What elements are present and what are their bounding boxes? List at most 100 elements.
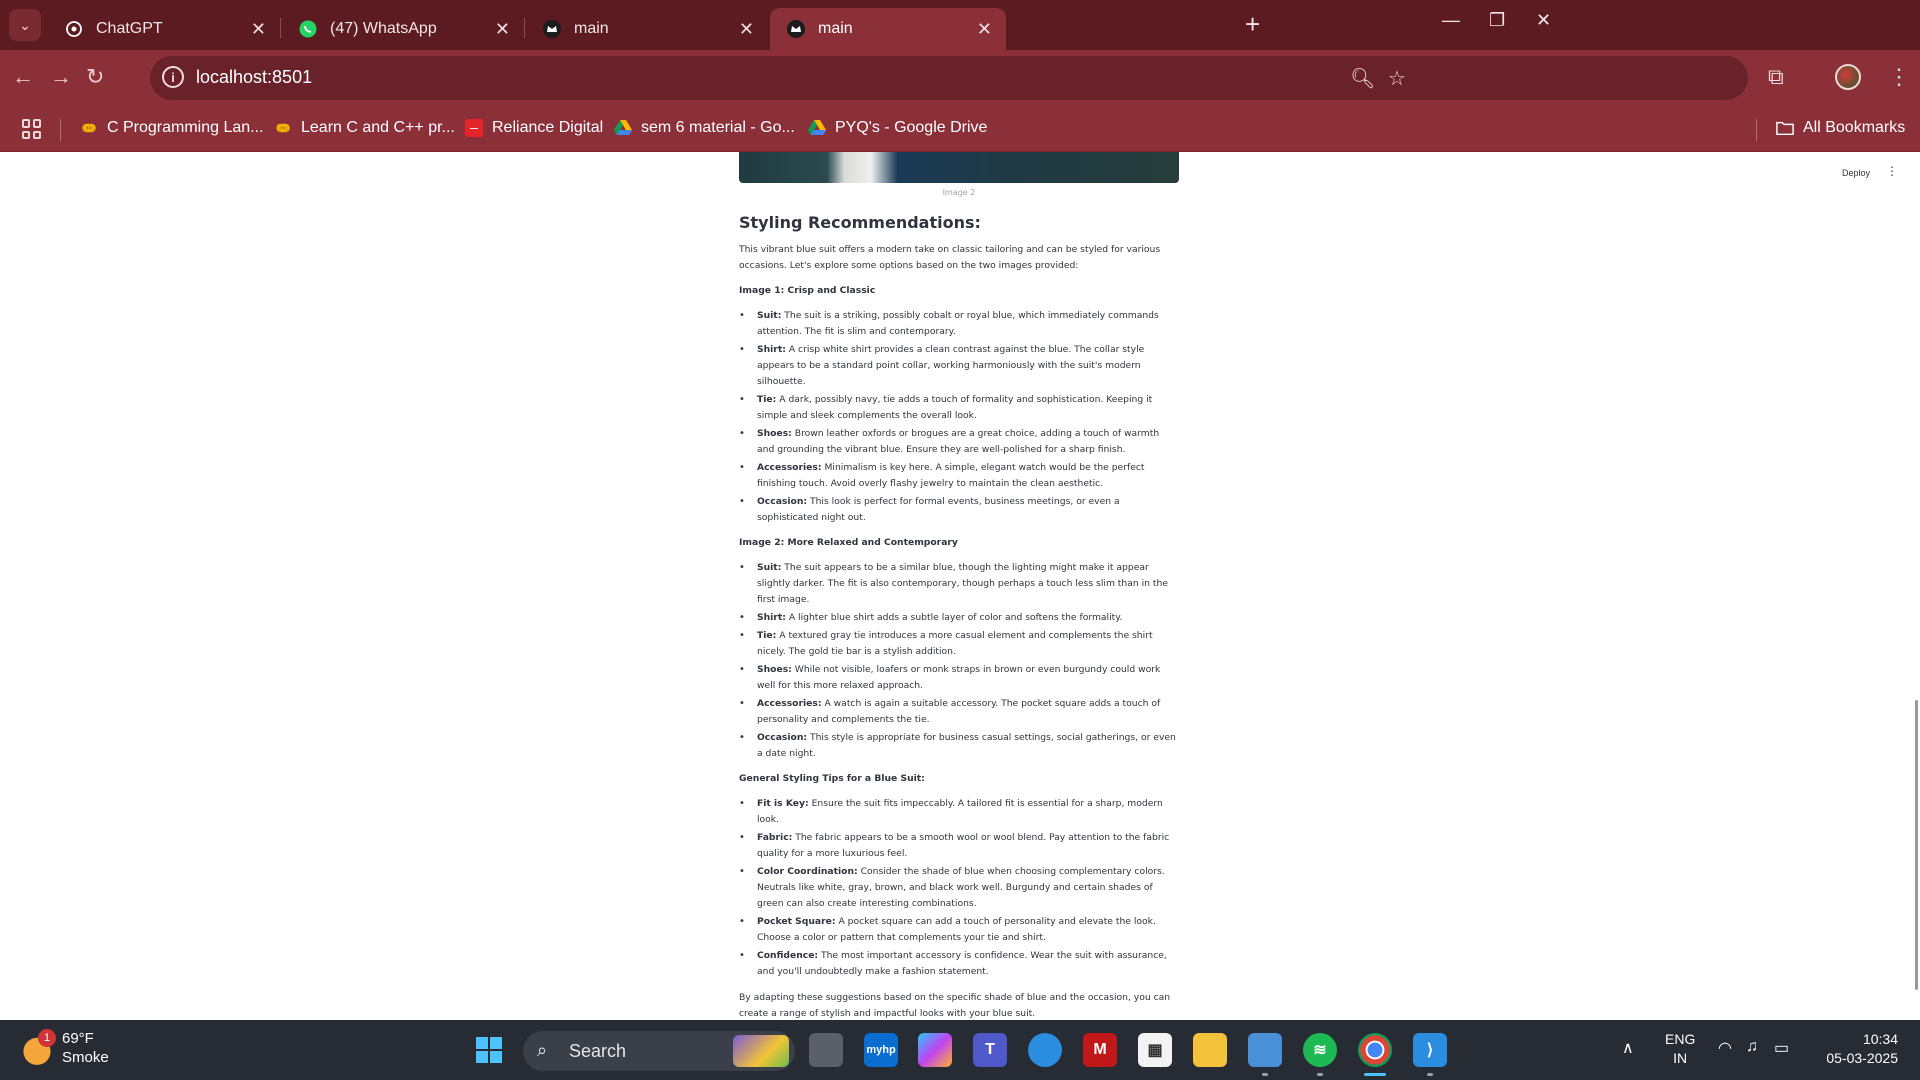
streamlit-crown-icon [542,19,562,39]
weather-icon: 1 [20,1029,56,1065]
bookmark-label: PYQ's - Google Drive [835,119,988,136]
list-item: Fabric: The fabric appears to be a smoot… [739,830,1179,862]
bookmark-reliance-digital[interactable]: — Reliance Digital [465,119,603,137]
list-item: Accessories: Minimalism is key here. A s… [739,460,1179,492]
chrome-icon[interactable] [1358,1033,1392,1067]
tab-title: main [818,20,853,37]
folder-icon [1776,119,1794,137]
bookmark-learn-c[interactable]: ↈ Learn C and C++ pr... [274,119,454,137]
search-highlight-image [733,1035,789,1067]
url-text[interactable]: localhost:8501 [196,67,312,88]
deploy-button[interactable]: Deploy [1842,168,1870,178]
vscode-icon[interactable]: ⟩ [1413,1033,1447,1067]
teams-icon[interactable]: T [973,1033,1007,1067]
clock[interactable]: 10:34 05-03-2025 [1818,1030,1898,1068]
mcafee-icon[interactable]: M [1083,1033,1117,1067]
new-tab-button[interactable]: + [1245,10,1260,38]
site-info-icon[interactable]: i [162,66,184,88]
task-view-icon[interactable] [809,1033,843,1067]
app-menu-icon[interactable]: ⋮ [1886,164,1898,178]
tray-chevron-icon[interactable]: ∧ [1622,1038,1634,1058]
list-image-2: Suit: The suit appears to be a similar b… [739,560,1179,762]
chatgpt-icon [64,19,84,39]
tab-title: main [574,20,609,37]
language-indicator[interactable]: ENG IN [1665,1030,1695,1068]
address-bar[interactable]: i localhost:8501 🔍︎ ☆ [150,56,1748,100]
tab-main-1[interactable]: main ✕ [526,8,768,50]
microsoft-store-icon[interactable]: ▦ [1138,1033,1172,1067]
whatsapp-icon [298,19,318,39]
tab-title: ChatGPT [96,20,163,37]
list-general-tips: Fit is Key: Ensure the suit fits impecca… [739,796,1179,980]
outro-paragraph: By adapting these suggestions based on t… [739,992,1171,1019]
list-item: Tie: A dark, possibly navy, tie adds a t… [739,392,1179,424]
all-bookmarks[interactable]: All Bookmarks [1776,119,1905,137]
battery-icon[interactable]: ▭ [1774,1038,1789,1058]
section-heading: Styling Recommendations: [739,213,981,232]
file-explorer-icon[interactable] [1193,1033,1227,1067]
list-item: Fit is Key: Ensure the suit fits impecca… [739,796,1179,828]
notification-badge: 1 [38,1029,56,1047]
menu-icon[interactable]: ⋮ [1888,64,1910,90]
scrollbar-thumb[interactable] [1915,700,1918,990]
google-drive-icon [614,119,632,137]
spotify-icon[interactable]: ≋ [1303,1033,1337,1067]
restore-button[interactable]: ❐ [1489,10,1505,31]
tab-strip: ⌄ ChatGPT ✕ (47) WhatsApp ✕ main ✕ main … [0,0,1920,50]
bookmark-c-programming[interactable]: ↈ C Programming Lan... [80,119,264,137]
list-item: Occasion: This style is appropriate for … [739,730,1179,762]
close-icon[interactable]: ✕ [495,19,510,40]
bookmark-star-icon[interactable]: ☆ [1388,66,1406,91]
google-drive-icon [808,119,826,137]
zoom-icon[interactable]: 🔍︎ [1350,66,1375,91]
streamlit-crown-icon [786,19,806,39]
tab-chatgpt[interactable]: ChatGPT ✕ [48,8,280,50]
tab-main-active[interactable]: main ✕ [770,8,1006,50]
windows-start-icon[interactable] [472,1033,506,1067]
bookmarks-divider [60,119,61,141]
scrollbar[interactable] [1914,152,1920,1020]
weather-widget[interactable]: 1 69°F Smoke [20,1029,109,1067]
browser-edge-icon[interactable] [1028,1033,1062,1067]
subheading-image-1: Image 1: Crisp and Classic [739,285,876,296]
close-window-button[interactable]: ✕ [1536,10,1551,31]
close-icon[interactable]: ✕ [251,19,266,40]
all-bookmarks-label: All Bookmarks [1803,119,1906,136]
subheading-image-2: Image 2: More Relaxed and Contemporary [739,537,958,548]
bookmark-label: Reliance Digital [492,119,604,136]
bookmark-sem6-material[interactable]: sem 6 material - Go... [614,119,795,137]
image-caption: Image 2 [942,188,976,197]
settings-app-icon[interactable] [1248,1033,1282,1067]
myhp-icon[interactable]: myhp [864,1033,898,1067]
clock-date: 05-03-2025 [1826,1050,1898,1066]
bookmarks-bar: ↈ C Programming Lan... ↈ Learn C and C++… [0,107,1920,152]
taskbar-search[interactable]: ⌕ Search [523,1031,795,1071]
subheading-general-tips: General Styling Tips for a Blue Suit: [739,773,925,784]
page-viewport: Deploy ⋮ Image 2 Styling Recommendations… [0,152,1920,1020]
close-icon[interactable]: ✕ [739,19,754,40]
reload-button[interactable]: ↻ [86,64,104,90]
minimize-button[interactable]: — [1442,10,1460,31]
list-item: Suit: The suit is a striking, possibly c… [739,308,1179,340]
running-indicator [1262,1073,1268,1076]
tab-whatsapp[interactable]: (47) WhatsApp ✕ [282,8,524,50]
back-button[interactable]: ← [12,64,34,90]
list-item: Confidence: The most important accessory… [739,948,1179,980]
list-item: Shirt: A crisp white shirt provides a cl… [739,342,1179,390]
profile-avatar[interactable] [1835,64,1861,90]
volume-icon[interactable]: ♫ [1746,1038,1758,1056]
list-item: Tie: A textured gray tie introduces a mo… [739,628,1179,660]
bookmark-label: C Programming Lan... [107,119,264,136]
list-item: Shoes: While not visible, loafers or mon… [739,662,1179,694]
wifi-icon[interactable]: ◠ [1718,1038,1732,1058]
tab-search-button[interactable]: ⌄ [9,9,41,41]
forward-button[interactable]: → [50,64,72,90]
close-icon[interactable]: ✕ [977,19,992,40]
bookmark-pyqs[interactable]: PYQ's - Google Drive [808,119,987,137]
lang-code: ENG [1665,1031,1696,1047]
apps-grid-icon[interactable] [22,119,42,139]
list-item: Shirt: A lighter blue shirt adds a subtl… [739,610,1179,626]
extensions-icon[interactable]: ⧉ [1768,64,1784,90]
copilot-icon[interactable] [918,1033,952,1067]
reliance-icon: — [465,119,483,137]
